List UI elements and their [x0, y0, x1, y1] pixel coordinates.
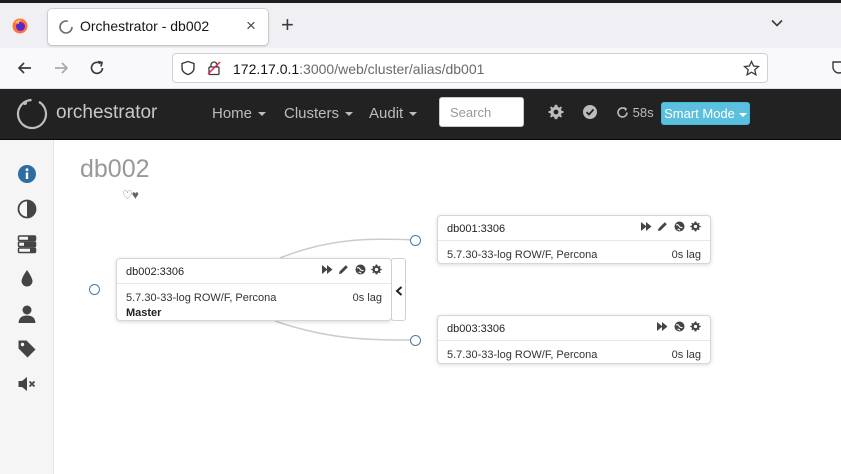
caret-down-icon: [738, 112, 747, 117]
tab-title: Orchestrator - db002: [80, 18, 210, 34]
menu-home[interactable]: Home: [212, 105, 267, 122]
browser-nav-bar: 172.17.0.1:3000/web/cluster/alias/db001: [0, 48, 841, 89]
smart-mode-button[interactable]: Smart Mode: [661, 102, 750, 125]
refresh-icon: [617, 107, 628, 118]
instance-actions: [321, 264, 382, 277]
smart-mode-label: Smart Mode: [664, 106, 735, 121]
instance-actions: [640, 221, 701, 234]
replica-instance-box-db001[interactable]: db001:3306 5.7.30-33-log ROW/F, Percona …: [437, 215, 711, 264]
instance-version: 5.7.30-33-log ROW/F, Percona: [447, 349, 598, 361]
cluster-title: db002: [80, 155, 150, 183]
shield-icon[interactable]: [180, 60, 196, 76]
instance-role: Master: [126, 307, 162, 319]
brand-name[interactable]: orchestrator: [56, 102, 157, 124]
tasks-icon[interactable]: [17, 234, 37, 254]
app-navbar: orchestrator Home Clusters Audit 58s Sma…: [0, 89, 841, 140]
menu-audit-label: Audit: [369, 105, 404, 122]
globe-icon[interactable]: [355, 264, 366, 275]
forward-arrow-icon[interactable]: [51, 58, 71, 78]
info-icon[interactable]: [17, 164, 37, 184]
caret-down-icon: [409, 112, 418, 117]
gear-icon[interactable]: [690, 321, 701, 332]
orchestrator-logo-icon[interactable]: [15, 97, 49, 131]
gear-icon[interactable]: [371, 264, 382, 275]
instance-header: db002:3306: [117, 259, 391, 284]
tag-icon[interactable]: [17, 339, 37, 359]
instance-header: db003:3306: [438, 316, 710, 341]
instance-lag: 0s lag: [671, 349, 701, 361]
fast-forward-icon[interactable]: [640, 221, 652, 232]
insecure-lock-icon[interactable]: [206, 60, 222, 76]
replication-edge-db001: [279, 238, 416, 259]
instance-name[interactable]: db001:3306: [447, 223, 505, 235]
replica-db001-port[interactable]: [410, 235, 421, 246]
url-text[interactable]: 172.17.0.1:3000/web/cluster/alias/db001: [233, 61, 484, 77]
instance-name[interactable]: db002:3306: [126, 266, 184, 278]
gear-icon[interactable]: [548, 104, 564, 120]
favorite-hearts-icon[interactable]: ♡♥: [122, 188, 139, 202]
bookmark-star-icon[interactable]: [743, 60, 760, 77]
gear-icon[interactable]: [690, 221, 701, 232]
chevron-down-icon[interactable]: [770, 16, 784, 30]
instance-name[interactable]: db003:3306: [447, 323, 505, 335]
user-icon[interactable]: [17, 304, 37, 324]
reload-icon[interactable]: [87, 58, 107, 78]
replication-edge-db003: [274, 320, 416, 341]
back-arrow-icon[interactable]: [15, 58, 35, 78]
url-path: :3000/web/cluster/alias/db001: [299, 61, 485, 77]
url-host: 172.17.0.1: [233, 61, 300, 77]
instance-header: db001:3306: [438, 216, 710, 241]
pencil-icon[interactable]: [338, 264, 349, 275]
caret-down-icon: [258, 112, 267, 117]
tint-icon[interactable]: [17, 269, 37, 289]
instance-actions: [656, 321, 701, 334]
menu-clusters-label: Clusters: [284, 105, 340, 122]
firefox-icon[interactable]: [12, 18, 28, 34]
active-tab[interactable]: Orchestrator - db002 ×: [48, 9, 268, 45]
cluster-sidebar: [0, 140, 54, 474]
master-drop-port[interactable]: [89, 284, 100, 295]
instance-version: 5.7.30-33-log ROW/F, Percona: [447, 249, 598, 261]
auto-refresh-countdown[interactable]: 58s: [616, 105, 654, 120]
volume-off-icon[interactable]: [17, 374, 37, 394]
caret-down-icon: [345, 112, 354, 117]
replica-db003-port[interactable]: [410, 335, 421, 346]
fast-forward-icon[interactable]: [321, 264, 333, 275]
adjust-icon[interactable]: [17, 199, 37, 219]
replica-instance-box-db003[interactable]: db003:3306 5.7.30-33-log ROW/F, Percona …: [437, 315, 711, 364]
instance-lag: 0s lag: [352, 292, 382, 304]
browser-tab-strip: Orchestrator - db002 × +: [0, 0, 841, 48]
instance-version: 5.7.30-33-log ROW/F, Percona: [126, 292, 277, 304]
fast-forward-icon[interactable]: [657, 321, 668, 332]
new-tab-button[interactable]: +: [281, 13, 294, 37]
instance-lag: 0s lag: [671, 249, 701, 261]
check-circle-icon[interactable]: [582, 104, 598, 120]
menu-home-label: Home: [212, 105, 253, 122]
pencil-icon[interactable]: [657, 221, 668, 232]
window-top-edge: [0, 0, 841, 3]
menu-clusters[interactable]: Clusters: [284, 105, 354, 122]
loading-spinner-icon: [59, 20, 73, 34]
refresh-seconds: 58s: [632, 105, 654, 120]
master-instance-box[interactable]: db002:3306 5.7.30-33-log ROW/F, Percona …: [116, 258, 392, 321]
globe-icon[interactable]: [674, 321, 685, 332]
address-bar[interactable]: 172.17.0.1:3000/web/cluster/alias/db001: [172, 53, 768, 83]
menu-audit[interactable]: Audit: [369, 105, 418, 122]
tab-close-button[interactable]: ×: [246, 17, 256, 35]
chevron-left-icon: [395, 286, 403, 296]
collapse-replicas-button[interactable]: [391, 258, 406, 321]
search-input[interactable]: [439, 97, 524, 127]
pocket-icon[interactable]: [832, 59, 841, 75]
globe-icon[interactable]: [674, 221, 685, 232]
